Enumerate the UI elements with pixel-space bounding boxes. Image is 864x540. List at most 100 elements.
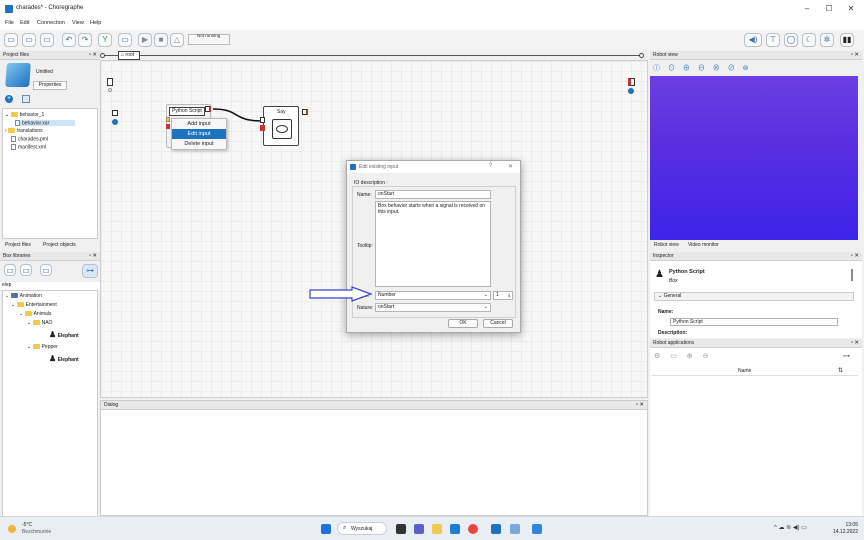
choregraphe-taskbar-icon[interactable] — [491, 524, 501, 534]
photos-taskbar-icon[interactable] — [532, 524, 542, 534]
weather-sun-icon[interactable] — [8, 525, 16, 533]
tab-project-files[interactable]: Project files — [5, 242, 31, 248]
lib-elephant-pepper[interactable]: ♟ Elephant — [49, 354, 79, 363]
column-sort-icon[interactable]: ⇅ — [838, 367, 843, 374]
open-library-icon[interactable]: ▭ — [20, 264, 32, 276]
root-breadcrumb[interactable]: ⌂ root — [118, 51, 140, 60]
connect-icon[interactable]: Y — [98, 33, 112, 47]
run-status-box: Not running — [188, 33, 230, 45]
tree-item-behavior-xar[interactable]: behavior.xar — [15, 120, 75, 127]
python-input-port[interactable] — [166, 117, 170, 122]
lib-pepper[interactable]: ⌄ Pepper — [27, 344, 58, 350]
help-icon[interactable]: ? — [489, 163, 492, 169]
rest-icon[interactable]: ☾ — [802, 33, 816, 47]
open-project-icon[interactable]: ▭ — [22, 33, 36, 47]
robot-apps-toolbar-icons[interactable]: ⚙ ▭ ⊕ ⊖ — [654, 352, 712, 360]
new-library-icon[interactable]: ▭ — [4, 264, 16, 276]
ok-button[interactable]: OK — [448, 319, 478, 328]
nature-select[interactable]: onStart ⌄ — [375, 303, 491, 312]
type-select[interactable]: Number ⌄ — [375, 291, 491, 300]
inspector-float-close-icon[interactable]: ▫ ✕ — [851, 252, 859, 261]
general-section-header[interactable]: ⌄ General — [654, 292, 854, 301]
say-input-port[interactable] — [260, 117, 265, 123]
menu-edit[interactable]: Edit — [20, 20, 29, 26]
new-project-icon[interactable]: ▭ — [4, 33, 18, 47]
tooltip-textarea[interactable]: Box behavior starts when a signal is rec… — [375, 201, 491, 287]
robot-view-float-close-icon[interactable]: ▫ ✕ — [851, 51, 859, 60]
save-project-icon[interactable]: ▭ — [40, 33, 54, 47]
library-search-input[interactable]: elep — [0, 282, 100, 290]
inspector-scrollbar[interactable] — [851, 269, 853, 281]
weather-temp[interactable]: -5°C — [22, 522, 32, 528]
menu-add-input[interactable]: Add input — [172, 119, 226, 129]
lib-animals[interactable]: ⌄ Animals — [19, 311, 51, 317]
name-input[interactable]: onStart — [375, 190, 491, 199]
menu-view[interactable]: View — [72, 20, 84, 26]
tree-item-translations[interactable]: › translations — [5, 128, 43, 134]
wake-up-icon[interactable]: ⊤ — [766, 33, 780, 47]
tree-item-manifest[interactable]: manifest.xml — [11, 144, 46, 150]
column-name[interactable]: Name — [738, 368, 751, 374]
dialog-panel-float-close-icon[interactable]: ▫ ✕ — [636, 401, 644, 410]
file-explorer-icon[interactable] — [432, 524, 442, 534]
python-stop-port[interactable] — [166, 124, 170, 129]
warning-icon[interactable]: △ — [170, 33, 184, 47]
properties-button[interactable]: Properties — [33, 81, 67, 90]
project-tabs: Project files Project objects — [2, 241, 98, 250]
store-icon[interactable] — [450, 524, 460, 534]
tab-robot-view[interactable]: Robot view — [654, 242, 679, 248]
undo-icon[interactable]: ↶ — [62, 33, 76, 47]
clock-time[interactable]: 13:05 — [830, 522, 858, 528]
taskbar-search[interactable]: ⌕ Wyszukaj — [337, 522, 387, 535]
upload-icon[interactable]: ▭ — [118, 33, 132, 47]
say-output-port[interactable] — [302, 109, 308, 115]
search-toggle-icon[interactable]: ⊶ — [82, 264, 98, 278]
menu-file[interactable]: File — [5, 20, 14, 26]
close-icon[interactable]: ✕ — [840, 3, 862, 15]
maximize-icon[interactable]: ☐ — [818, 3, 840, 15]
minimize-icon[interactable]: – — [796, 3, 818, 15]
stop-icon[interactable]: ■ — [154, 33, 168, 47]
menu-help[interactable]: Help — [90, 20, 101, 26]
weather-desc[interactable]: Bezchmurnie — [22, 529, 51, 535]
tab-video-monitor[interactable]: Video monitor — [688, 242, 719, 248]
menu-delete-input[interactable]: Delete input — [172, 139, 226, 149]
library-filter-icon[interactable]: ▭ — [40, 264, 52, 276]
play-icon[interactable]: ▶ — [138, 33, 152, 47]
cancel-button[interactable]: Cancel — [483, 319, 513, 328]
panel-float-close-icon[interactable]: ▫ ✕ — [89, 51, 97, 60]
start-icon[interactable] — [321, 524, 331, 534]
type-count-spinbox[interactable]: 1 ⇕ — [493, 291, 513, 300]
settings-icon[interactable]: ✲ — [820, 33, 834, 47]
menu-connection[interactable]: Connection — [37, 20, 65, 26]
app-taskbar-icon[interactable] — [510, 524, 520, 534]
chrome-icon[interactable] — [468, 524, 478, 534]
autonomous-life-icon[interactable]: ◯ — [784, 33, 798, 47]
inspector-name-input[interactable]: Python Script — [670, 318, 838, 326]
redo-icon[interactable]: ↷ — [78, 33, 92, 47]
menu-edit-input[interactable]: Edit input — [172, 129, 226, 139]
say-stop-port[interactable] — [260, 125, 265, 131]
clock-date[interactable]: 14.12.2022 — [826, 529, 858, 535]
lib-entertainment[interactable]: ⌄ Entertainment — [11, 302, 57, 308]
robot-apps-search-icon[interactable]: ⊶ — [843, 352, 850, 360]
robot-apps-float-close-icon[interactable]: ▫ ✕ — [851, 339, 859, 348]
import-icon[interactable] — [22, 95, 30, 103]
lib-animation[interactable]: ⌄ Animation — [5, 293, 42, 299]
add-file-icon[interactable]: + — [5, 95, 13, 103]
box-libraries-float-close-icon[interactable]: ▫ ✕ — [89, 252, 97, 261]
robot-3d-view[interactable] — [650, 76, 858, 240]
dialog-close-icon[interactable]: ✕ — [508, 163, 513, 170]
say-box[interactable]: Say — [260, 106, 299, 146]
robot-view-tools-icon[interactable]: ⓘ ⊙ ⊕ ⊖ ⊗ ⊘ ⊚ — [653, 63, 752, 73]
tree-item-charades-pml[interactable]: charades.pml — [11, 136, 48, 142]
task-view-icon[interactable] — [396, 524, 406, 534]
system-tray-icons[interactable]: ^ ☁ ≋ ◀) ▭ — [774, 524, 807, 531]
tree-item-behavior[interactable]: ⌄ behavior_1 — [5, 112, 44, 118]
volume-icon[interactable]: ◀) — [744, 33, 762, 47]
python-output-port[interactable] — [205, 106, 211, 112]
tab-project-objects[interactable]: Project objects — [43, 242, 76, 248]
lib-nao[interactable]: ⌄ NAO — [27, 320, 52, 326]
lib-elephant-nao[interactable]: ♟ Elephant — [49, 330, 79, 339]
chat-icon[interactable] — [414, 524, 424, 534]
